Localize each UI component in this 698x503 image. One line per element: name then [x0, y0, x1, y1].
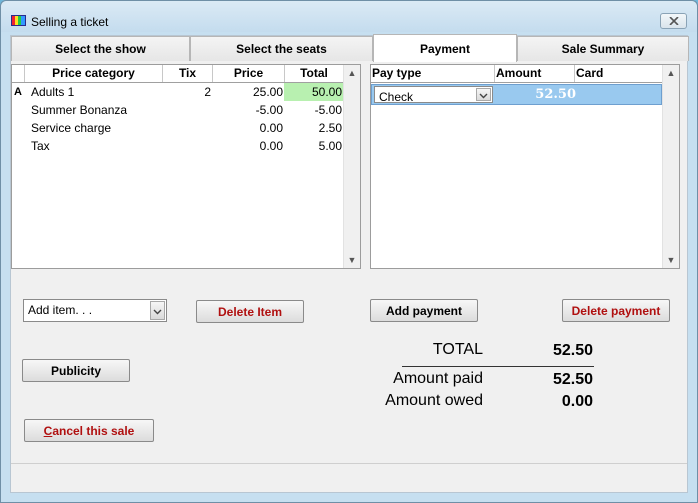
row-total: 50.00 — [284, 83, 344, 101]
column-header-pay-type[interactable]: Pay type — [371, 65, 495, 82]
sale-panel: Select the show Select the seats Payment… — [10, 34, 689, 493]
row-total: -5.00 — [314, 103, 342, 117]
amount-owed-value: 0.00 — [561, 393, 593, 410]
cancel-sale-button[interactable]: Cancel this sale — [24, 419, 154, 442]
sale-window: Selling a ticket Select the show Select … — [0, 0, 698, 503]
row-category: Adults 1 — [31, 85, 75, 99]
amount-paid-label: Amount paid — [393, 370, 483, 387]
add-item-value: Add item. . . — [28, 303, 93, 317]
delete-item-button[interactable]: Delete Item — [196, 300, 304, 323]
row-total: 5.00 — [318, 139, 342, 153]
tab-label: Select the show — [55, 42, 146, 56]
table-row[interactable]: Tax 0.00 5.00 — [12, 137, 344, 155]
scroll-up-icon[interactable]: ▲ — [347, 68, 357, 78]
dropdown-button[interactable] — [476, 88, 491, 101]
chevron-down-icon — [153, 309, 162, 315]
column-header-total[interactable]: Total — [285, 65, 344, 82]
table-row[interactable]: Summer Bonanza -5.00 -5.00 — [12, 101, 344, 119]
scroll-down-icon[interactable]: ▼ — [666, 255, 676, 265]
tab-payment[interactable]: Payment — [373, 34, 517, 62]
column-header-card[interactable]: Card — [575, 65, 663, 82]
total-label: TOTAL — [432, 341, 483, 358]
add-payment-button[interactable]: Add payment — [370, 299, 478, 322]
scroll-up-icon[interactable]: ▲ — [666, 68, 676, 78]
column-header-price[interactable]: Price — [213, 65, 285, 82]
column-header-marker[interactable] — [12, 65, 25, 82]
cancel-sale-accelerator: C — [43, 423, 53, 438]
table-row[interactable]: A Adults 1 2 25.00 50.00 — [12, 83, 344, 101]
total-value: 52.50 — [552, 342, 593, 359]
row-price: 25.00 — [252, 85, 283, 99]
title-bar[interactable]: Selling a ticket — [1, 1, 697, 32]
row-price: -5.00 — [255, 103, 283, 117]
tab-select-seats[interactable]: Select the seats — [190, 36, 373, 61]
cancel-sale-label: ancel this sale — [52, 423, 135, 438]
column-header-tix[interactable]: Tix — [163, 65, 213, 82]
amount-owed-label: Amount owed — [385, 392, 483, 409]
totals-divider — [402, 366, 594, 367]
row-price: 0.00 — [259, 139, 283, 153]
scroll-down-icon[interactable]: ▼ — [347, 255, 357, 265]
close-icon — [668, 17, 679, 25]
table-row[interactable]: Service charge 0.00 2.50 — [12, 119, 344, 137]
row-marker: A — [14, 86, 22, 98]
tab-label: Payment — [419, 41, 471, 56]
pay-type-select[interactable]: Check — [374, 86, 493, 104]
close-button[interactable] — [660, 13, 687, 29]
row-price: 0.00 — [259, 121, 283, 135]
tab-label: Select the seats — [236, 42, 327, 56]
app-icon — [11, 15, 26, 26]
dropdown-button[interactable] — [150, 301, 165, 320]
pay-type-value: Check — [379, 90, 414, 104]
column-header-amount[interactable]: Amount — [495, 65, 575, 82]
payments-table[interactable]: Pay type Amount Card Check 52.50 ▲ ▼ — [370, 64, 680, 269]
add-item-select[interactable]: Add item. . . — [23, 299, 167, 322]
status-divider — [11, 463, 687, 464]
delete-payment-button[interactable]: Delete payment — [562, 299, 670, 322]
chevron-down-icon — [479, 93, 488, 99]
header-divider — [371, 82, 663, 83]
row-category: Summer Bonanza — [31, 103, 128, 117]
window-title: Selling a ticket — [31, 15, 109, 29]
items-scrollbar[interactable]: ▲ ▼ — [343, 65, 360, 268]
payment-row[interactable]: Check 52.50 — [371, 84, 662, 105]
row-category: Service charge — [31, 121, 112, 135]
row-category: Tax — [31, 139, 50, 153]
tab-sale-summary[interactable]: Sale Summary — [517, 36, 689, 61]
row-tix: 2 — [204, 85, 211, 99]
amount-paid-value: 52.50 — [552, 371, 593, 388]
payments-scrollbar[interactable]: ▲ ▼ — [662, 65, 679, 268]
payment-amount: 52.50 — [535, 87, 576, 102]
column-header-category[interactable]: Price category — [25, 65, 163, 82]
tab-label: Sale Summary — [561, 42, 645, 56]
tab-select-show[interactable]: Select the show — [11, 36, 190, 61]
row-total: 2.50 — [318, 121, 342, 135]
items-table[interactable]: Price category Tix Price Total A Adults … — [11, 64, 361, 269]
publicity-button[interactable]: Publicity — [22, 359, 130, 382]
